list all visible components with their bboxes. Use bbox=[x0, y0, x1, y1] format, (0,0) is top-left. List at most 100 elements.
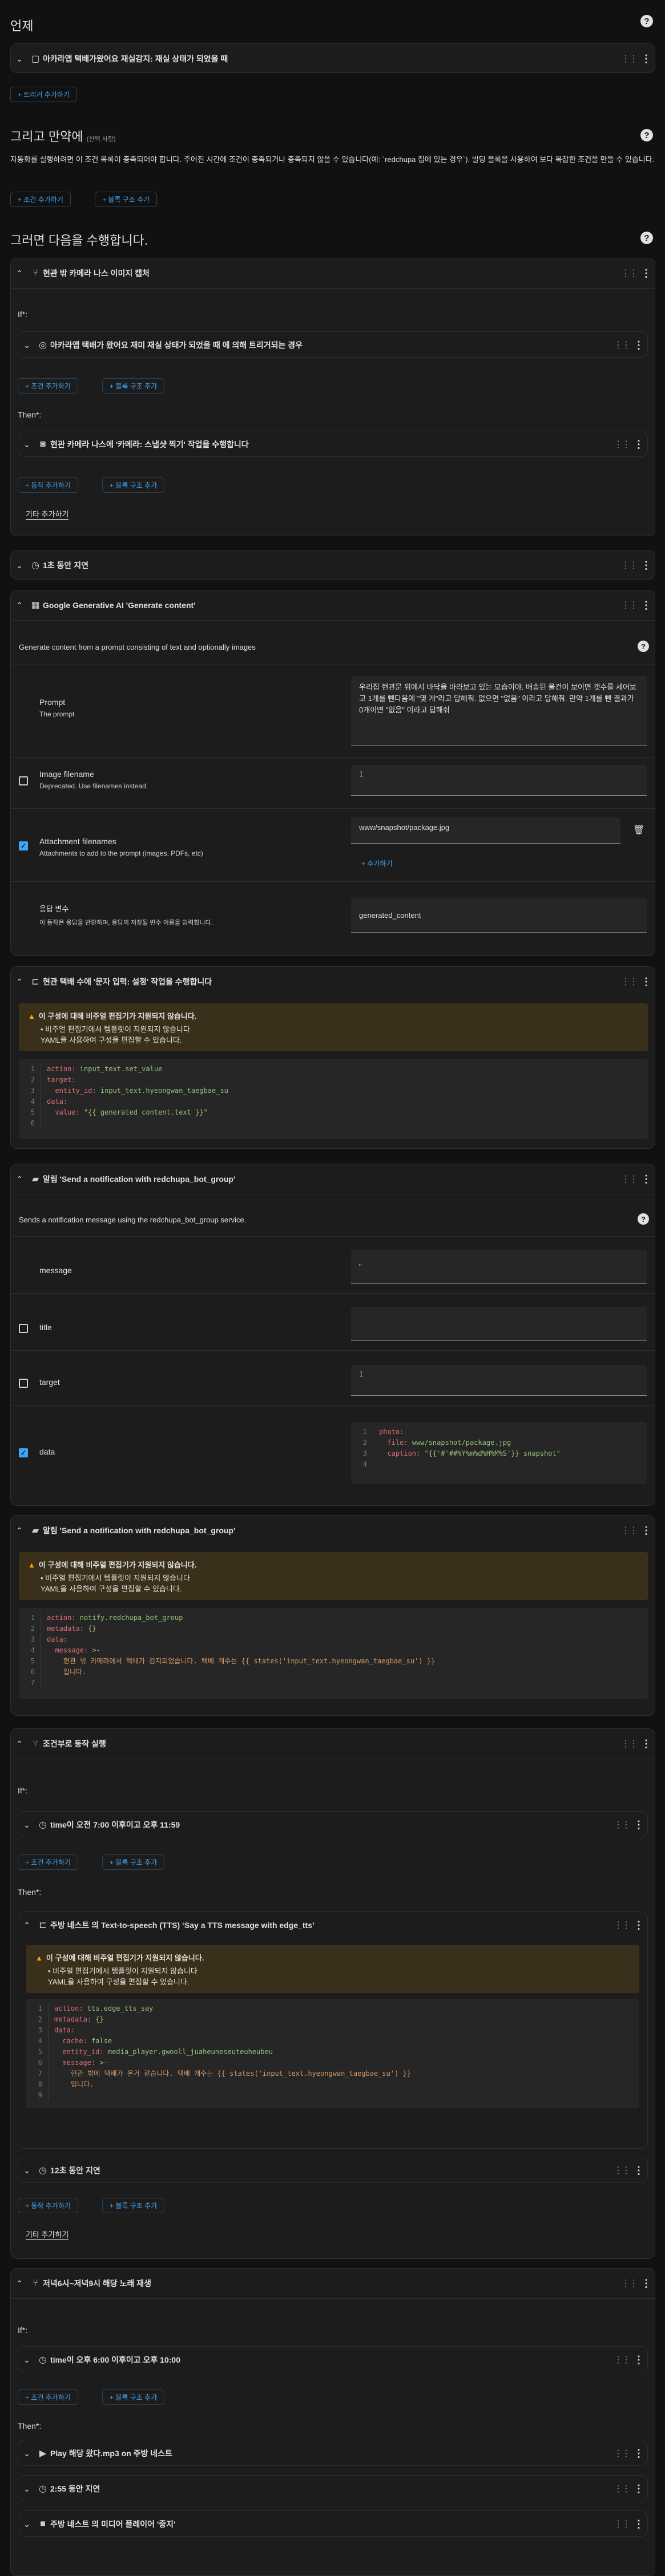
more-vert-icon[interactable]: ⋮ bbox=[630, 1919, 647, 1931]
add-condition-button[interactable]: + 조건 추가하기 bbox=[18, 2389, 78, 2405]
add-building-block-button[interactable]: + 블록 구조 추가 bbox=[102, 2198, 165, 2213]
condition-row[interactable]: ⌄ ◎ 아카라앱 택배가 왔어요 재미 재실 상태가 되었을 때 에 의해 트리… bbox=[18, 331, 648, 358]
yaml-editor[interactable]: 1 action: tts.edge_tts_say 2 metadata: {} 3 d… bbox=[26, 1999, 639, 2108]
prompt-field[interactable]: 우리집 현관문 위에서 바닥을 바라보고 있는 모습이야. 배송된 물건이 보이… bbox=[351, 676, 647, 746]
more-vert-icon[interactable]: ⋮ bbox=[638, 1525, 655, 1537]
drag-handle-icon[interactable]: ⋮⋮ bbox=[613, 2518, 631, 2530]
more-vert-icon[interactable]: ⋮ bbox=[630, 1819, 647, 1831]
title-field[interactable] bbox=[351, 1307, 647, 1341]
more-vert-icon[interactable]: ⋮ bbox=[630, 2165, 647, 2177]
chevron-down-icon[interactable]: ⌄ bbox=[18, 2484, 35, 2494]
drag-handle-icon[interactable]: ⋮⋮ bbox=[613, 2448, 631, 2459]
drag-handle-icon[interactable]: ⋮⋮ bbox=[620, 976, 638, 987]
yaml-editor[interactable]: 1 action: input_text.set_value 2 target: 3 e… bbox=[19, 1059, 648, 1139]
more-vert-icon[interactable]: ⋮ bbox=[630, 2354, 647, 2366]
response-variable-field[interactable]: generated_content bbox=[351, 898, 647, 933]
drag-handle-icon[interactable]: ⋮⋮ bbox=[620, 1738, 638, 1749]
chevron-up-icon[interactable]: ⌃ bbox=[11, 1526, 28, 1536]
message-field[interactable]: " bbox=[351, 1250, 647, 1284]
help-icon[interactable]: ? bbox=[640, 15, 653, 27]
action-row[interactable]: ⌄ ■ 주방 네스트 의 미디어 플레이어 '중지' ⋮⋮ ⋮ bbox=[18, 2510, 648, 2537]
drag-handle-icon[interactable]: ⋮⋮ bbox=[613, 2165, 631, 2176]
condition-row[interactable]: ⌄ ◷ time이 오후 6:00 이후이고 오후 10:00 ⋮⋮ ⋮ bbox=[18, 2346, 648, 2372]
more-vert-icon[interactable]: ⋮ bbox=[638, 560, 655, 572]
add-building-block-button[interactable]: + 블록 구조 추가 bbox=[95, 192, 158, 207]
chevron-down-icon[interactable]: ⌄ bbox=[18, 2355, 35, 2365]
action-row[interactable]: ⌄ ◷ 12초 동안 지연 ⋮⋮ ⋮ bbox=[18, 2157, 648, 2183]
add-building-block-button[interactable]: + 블록 구조 추가 bbox=[102, 1854, 165, 1870]
add-condition-button[interactable]: + 조건 추가하기 bbox=[18, 1854, 78, 1870]
chevron-up-icon[interactable]: ⌃ bbox=[11, 1174, 28, 1184]
image-filename-checkbox[interactable] bbox=[19, 776, 28, 785]
add-action-button[interactable]: + 동작 추가하기 bbox=[18, 2198, 78, 2213]
title-checkbox[interactable] bbox=[19, 1324, 28, 1333]
chevron-down-icon[interactable]: ⌄ bbox=[18, 2166, 35, 2176]
more-vert-icon[interactable]: ⋮ bbox=[638, 2278, 655, 2290]
chevron-up-icon[interactable]: ⌃ bbox=[11, 269, 28, 278]
drag-handle-icon[interactable]: ⋮⋮ bbox=[613, 2483, 631, 2494]
chevron-up-icon[interactable]: ⌃ bbox=[11, 977, 28, 987]
chevron-down-icon[interactable]: ⌄ bbox=[18, 341, 35, 350]
drag-handle-icon[interactable]: ⋮⋮ bbox=[620, 268, 638, 279]
target-editor[interactable]: 1 bbox=[351, 1365, 647, 1396]
chevron-down-icon[interactable]: ⌄ bbox=[18, 1820, 35, 1830]
drag-handle-icon[interactable]: ⋮⋮ bbox=[613, 1819, 631, 1830]
more-vert-icon[interactable]: ⋮ bbox=[638, 600, 655, 611]
drag-handle-icon[interactable]: ⋮⋮ bbox=[620, 560, 638, 571]
more-vert-icon[interactable]: ⋮ bbox=[638, 268, 655, 280]
more-vert-icon[interactable]: ⋮ bbox=[638, 53, 655, 65]
drag-handle-icon[interactable]: ⋮⋮ bbox=[620, 1525, 638, 1536]
chevron-up-icon[interactable]: ⌃ bbox=[11, 601, 28, 610]
add-trigger-button[interactable]: + 트리거 추가하기 bbox=[10, 87, 77, 102]
condition-row[interactable]: ⌄ ◷ time이 오전 7:00 이후이고 오후 11:59 ⋮⋮ ⋮ bbox=[18, 1811, 648, 1837]
action-row[interactable]: ⌄ ◙ 현관 카메라 나스에 '카메라: 스냅샷 찍기' 작업을 수행합니다 ⋮… bbox=[18, 431, 648, 457]
add-condition-button[interactable]: + 조건 추가하기 bbox=[18, 378, 78, 394]
chevron-down-icon[interactable]: ⌄ bbox=[18, 440, 35, 449]
more-vert-icon[interactable]: ⋮ bbox=[638, 976, 655, 988]
action-row[interactable]: ⌄ ▶ Play 해당 왔다.mp3 on 주방 네스트 ⋮⋮ ⋮ bbox=[18, 2440, 648, 2466]
chevron-up-icon[interactable]: ⌃ bbox=[11, 1739, 28, 1749]
add-attachment-button[interactable]: + 추가하기 bbox=[361, 858, 393, 868]
more-vert-icon[interactable]: ⋮ bbox=[638, 1738, 655, 1750]
delete-icon[interactable]: 🗑 bbox=[633, 824, 644, 836]
add-else-button[interactable]: 기타 추가하기 bbox=[26, 2229, 69, 2240]
attachment-filename-field[interactable]: www/snapshot/package.jpg bbox=[351, 817, 620, 844]
more-vert-icon[interactable]: ⋮ bbox=[630, 2518, 647, 2530]
drag-handle-icon[interactable]: ⋮⋮ bbox=[620, 53, 638, 64]
drag-handle-icon[interactable]: ⋮⋮ bbox=[613, 439, 631, 450]
more-vert-icon[interactable]: ⋮ bbox=[630, 339, 647, 351]
chevron-down-icon[interactable]: ⌄ bbox=[11, 54, 28, 64]
more-vert-icon[interactable]: ⋮ bbox=[630, 2483, 647, 2495]
more-vert-icon[interactable]: ⋮ bbox=[630, 439, 647, 451]
add-action-button[interactable]: + 동작 추가하기 bbox=[18, 477, 78, 493]
drag-handle-icon[interactable]: ⋮⋮ bbox=[613, 1919, 631, 1931]
drag-handle-icon[interactable]: ⋮⋮ bbox=[620, 600, 638, 611]
data-checkbox[interactable]: ✓ bbox=[19, 1448, 28, 1457]
chevron-down-icon[interactable]: ⌄ bbox=[18, 2449, 35, 2458]
drag-handle-icon[interactable]: ⋮⋮ bbox=[613, 2354, 631, 2366]
add-building-block-button[interactable]: + 블록 구조 추가 bbox=[102, 378, 165, 394]
action-row[interactable]: ⌄ ◷ 2:55 동안 지연 ⋮⋮ ⋮ bbox=[18, 2475, 648, 2501]
drag-handle-icon[interactable]: ⋮⋮ bbox=[613, 339, 631, 351]
image-filename-editor[interactable]: 1 bbox=[351, 765, 647, 796]
trigger-row[interactable]: ⌄ ▢ 아카라앱 택배가왔어요 재실감지: 재실 상태가 되었을 때 ⋮⋮ ⋮ bbox=[10, 43, 655, 73]
add-else-button[interactable]: 기타 추가하기 bbox=[26, 508, 69, 520]
drag-handle-icon[interactable]: ⋮⋮ bbox=[620, 2278, 638, 2289]
add-building-block-button[interactable]: + 블록 구조 추가 bbox=[102, 2389, 165, 2405]
help-icon[interactable]: ? bbox=[640, 232, 653, 244]
help-icon[interactable]: ? bbox=[638, 641, 649, 652]
chevron-down-icon[interactable]: ⌄ bbox=[18, 2520, 35, 2529]
add-building-block-button[interactable]: + 블록 구조 추가 bbox=[102, 477, 165, 493]
target-checkbox[interactable] bbox=[19, 1379, 28, 1388]
help-icon[interactable]: ? bbox=[638, 1213, 649, 1225]
more-vert-icon[interactable]: ⋮ bbox=[630, 2448, 647, 2460]
action-card[interactable]: ⌄ ◷ 1초 동안 지연 ⋮⋮ ⋮ bbox=[10, 550, 655, 580]
help-icon[interactable]: ? bbox=[640, 129, 653, 141]
chevron-up-icon[interactable]: ⌃ bbox=[11, 2279, 28, 2289]
chevron-down-icon[interactable]: ⌄ bbox=[11, 561, 28, 570]
add-condition-button[interactable]: + 조건 추가하기 bbox=[10, 192, 71, 207]
yaml-editor[interactable]: 1 action: notify.redchupa_bot_group 2 metad… bbox=[19, 1608, 648, 1699]
drag-handle-icon[interactable]: ⋮⋮ bbox=[620, 1173, 638, 1185]
chevron-up-icon[interactable]: ⌃ bbox=[18, 1921, 35, 1930]
data-yaml-editor[interactable]: 1 photo: 2 file: www/snapshot/package.jpg 3… bbox=[351, 1422, 647, 1484]
